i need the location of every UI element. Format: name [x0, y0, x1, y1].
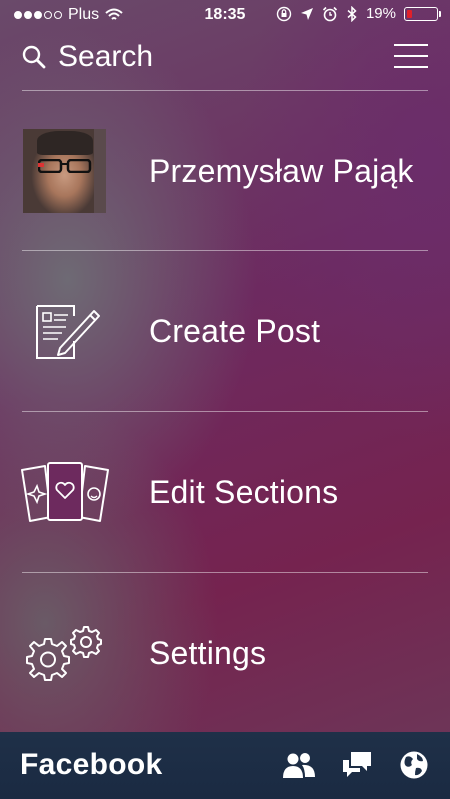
- gears-icon: [26, 626, 102, 681]
- menu-item-create-post[interactable]: Create Post: [0, 251, 450, 411]
- search-icon: [22, 45, 46, 69]
- menu-item-settings[interactable]: Settings: [0, 573, 450, 733]
- friends-icon[interactable]: [282, 750, 316, 780]
- avatar: [23, 129, 106, 213]
- rotation-lock-icon: [276, 6, 292, 21]
- profile-name: Przemysław Pająk: [149, 153, 414, 189]
- compose-post-icon: [36, 305, 100, 359]
- bottom-tab-bar: Facebook: [0, 732, 450, 799]
- battery-percent: 19%: [365, 5, 396, 22]
- settings-label: Settings: [149, 635, 267, 671]
- messages-icon[interactable]: [340, 750, 374, 780]
- search-label: Search: [58, 40, 154, 73]
- battery-icon: [404, 6, 441, 21]
- avatar-glasses: [38, 159, 92, 173]
- cards-icon: [21, 462, 109, 522]
- status-right: 19%: [276, 5, 441, 22]
- status-bar: Plus 18:35 19%: [0, 0, 450, 30]
- menu-item-edit-sections[interactable]: Edit Sections: [0, 412, 450, 572]
- bluetooth-icon: [347, 5, 357, 22]
- create-post-label: Create Post: [149, 313, 321, 349]
- location-icon: [300, 7, 313, 20]
- facebook-logo-text: Facebook: [20, 748, 163, 781]
- globe-icon[interactable]: [397, 750, 431, 780]
- search-bar[interactable]: Search: [22, 34, 428, 80]
- edit-sections-label: Edit Sections: [149, 474, 339, 510]
- hamburger-menu-icon[interactable]: [394, 44, 428, 68]
- alarm-icon: [322, 6, 338, 21]
- battery-level-fill: [407, 9, 412, 18]
